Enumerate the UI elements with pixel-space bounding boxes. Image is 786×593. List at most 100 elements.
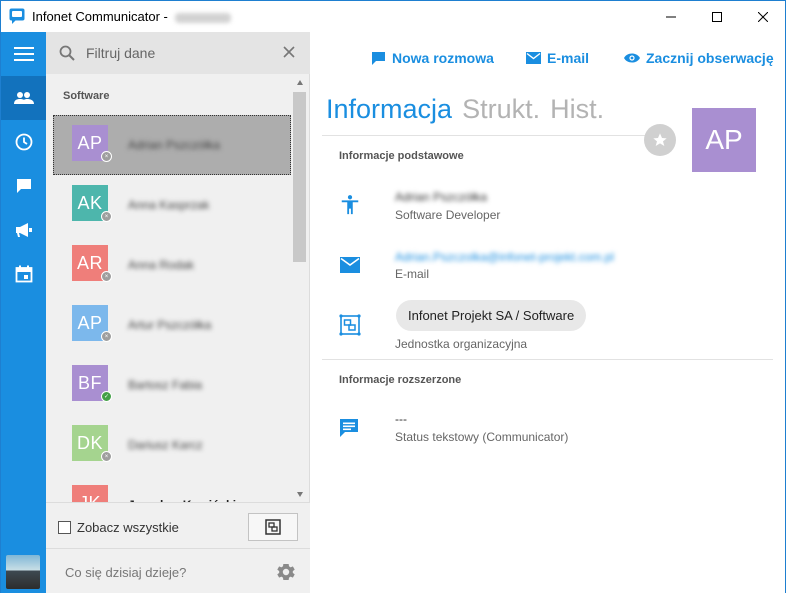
contact-item[interactable]: DK × Dariusz Karcz (53, 415, 291, 475)
eye-icon (624, 53, 640, 63)
org-structure-button[interactable] (248, 513, 298, 541)
window-title: Infonet Communicator - (32, 9, 232, 24)
nav-calendar[interactable] (1, 252, 46, 296)
tab-information[interactable]: Informacja (326, 94, 452, 125)
person-icon (341, 195, 359, 215)
org-unit-icon (339, 314, 361, 336)
profile-email[interactable]: Adrian.Pszczolka@infonet-projekt.com.pl (395, 250, 614, 264)
email-icon (340, 257, 360, 273)
tab-structure[interactable]: Strukt. (462, 94, 540, 125)
detail-tabs: Informacja Strukt. Hist. (326, 94, 614, 125)
window-title-user (175, 12, 232, 23)
contact-item[interactable]: AK × Anna Kasprzak (53, 175, 291, 235)
tab-history[interactable]: Hist. (550, 94, 604, 125)
app-window: Infonet Communicator - Filtruj dane Soft… (0, 0, 786, 593)
new-chat-action[interactable]: Nowa rozmowa (371, 50, 494, 66)
extended-info-title: Informacje rozszerzone (339, 374, 462, 386)
favorite-button[interactable] (644, 124, 676, 156)
contact-item[interactable]: AR × Anna Rodak (53, 235, 291, 295)
text-status-icon (340, 419, 358, 437)
profile-position: Software Developer (395, 208, 501, 222)
contact-name: Anna Kasprzak (128, 198, 210, 212)
scroll-thumb[interactable] (293, 92, 306, 262)
email-action-label: E-mail (547, 50, 590, 66)
megaphone-icon (15, 223, 32, 237)
see-all-bar: Zobacz wszystkie (46, 502, 310, 548)
current-user-avatar[interactable] (6, 555, 40, 589)
search-bar (46, 32, 310, 74)
contact-name: Artur Pszczółka (128, 318, 212, 332)
offline-status-icon: × (101, 211, 112, 222)
window-title-text: Infonet Communicator - (32, 9, 168, 24)
title-bar: Infonet Communicator - (1, 1, 785, 32)
profile-avatar: AP (692, 108, 756, 172)
tabs-divider (322, 135, 670, 136)
text-status-value: --- (395, 412, 407, 426)
text-status-label: Status tekstowy (Communicator) (395, 430, 569, 444)
search-icon (59, 45, 75, 61)
envelope-icon (526, 52, 541, 64)
nav-contacts[interactable] (1, 76, 46, 120)
online-status-icon: ✓ (101, 391, 112, 402)
observe-action-label: Zacznij obserwację (646, 50, 774, 66)
scroll-up-button[interactable] (291, 74, 308, 91)
contact-name: Dariusz Karcz (128, 438, 203, 452)
contact-list[interactable]: Software AP × Adrian Pszczółka AK × Anna Kasp… (46, 74, 310, 502)
contact-list-scrollbar[interactable] (291, 74, 308, 502)
see-all-checkbox[interactable] (58, 521, 71, 534)
maximize-button[interactable] (694, 1, 740, 32)
close-icon (758, 11, 768, 22)
profile-name: Adrian Pszczółka (395, 190, 488, 204)
search-input[interactable] (86, 43, 266, 63)
star-icon (653, 133, 667, 146)
contact-name: Adrian Pszczółka (128, 138, 221, 152)
contact-item[interactable]: JK×Jarosław Kamiński (53, 475, 291, 502)
contact-item[interactable]: AP × Artur Pszczółka (53, 295, 291, 355)
offline-status-icon: × (101, 451, 112, 462)
contacts-panel: Software AP×Adrian PszczółkaAK×Anna Kasp… (46, 32, 310, 593)
clear-search-icon[interactable] (283, 46, 295, 58)
nav-chat[interactable] (1, 164, 46, 208)
minimize-button[interactable] (648, 1, 694, 32)
group-header: Software (63, 90, 110, 102)
new-chat-label: Nowa rozmowa (392, 50, 494, 66)
contact-item[interactable]: BF ✓ Bartosz Fabia (53, 355, 291, 415)
status-input[interactable]: Co się dzisiaj dzieje? (65, 565, 186, 580)
hamburger-icon (13, 47, 34, 61)
calendar-icon (15, 265, 32, 283)
contact-item[interactable]: AP × Adrian Pszczółka (53, 115, 291, 175)
contacts-icon (13, 92, 34, 104)
offline-status-icon: × (101, 271, 112, 282)
app-logo-icon (9, 8, 25, 24)
nav-rail (1, 32, 46, 593)
menu-button[interactable] (1, 32, 46, 76)
offline-status-icon: × (101, 151, 112, 162)
status-bar: Co się dzisiaj dzieje? (46, 548, 310, 593)
close-button[interactable] (740, 1, 786, 32)
contact-name: Bartosz Fabia (128, 378, 203, 392)
chat-icon (16, 179, 31, 193)
profile-email-label: E-mail (395, 267, 430, 281)
clock-icon (15, 133, 32, 151)
section-divider (322, 359, 773, 360)
contact-name: Anna Rodak (128, 258, 195, 272)
contact-avatar: JK (72, 485, 108, 502)
nav-history[interactable] (1, 120, 46, 164)
see-all-label[interactable]: Zobacz wszystkie (77, 520, 179, 535)
basic-info-title: Informacje podstawowe (339, 150, 464, 162)
org-unit-chip[interactable]: Infonet Projekt SA / Software (396, 300, 587, 331)
nav-announcements[interactable] (1, 208, 46, 252)
email-action[interactable]: E-mail (526, 50, 589, 66)
observe-action[interactable]: Zacznij obserwację (624, 50, 774, 66)
contact-details: Nowa rozmowa E-mail Zacznij obserwację I… (310, 32, 785, 593)
org-unit-icon (265, 519, 281, 535)
minimize-icon (666, 16, 676, 17)
arrow-up-icon (296, 79, 303, 85)
chat-bubble-icon (372, 51, 385, 65)
gear-icon[interactable] (275, 561, 297, 583)
arrow-down-icon (296, 491, 303, 497)
offline-status-icon: × (101, 331, 112, 342)
org-unit-label: Jednostka organizacyjna (395, 337, 528, 351)
scroll-down-button[interactable] (291, 485, 308, 502)
maximize-icon (712, 11, 722, 22)
